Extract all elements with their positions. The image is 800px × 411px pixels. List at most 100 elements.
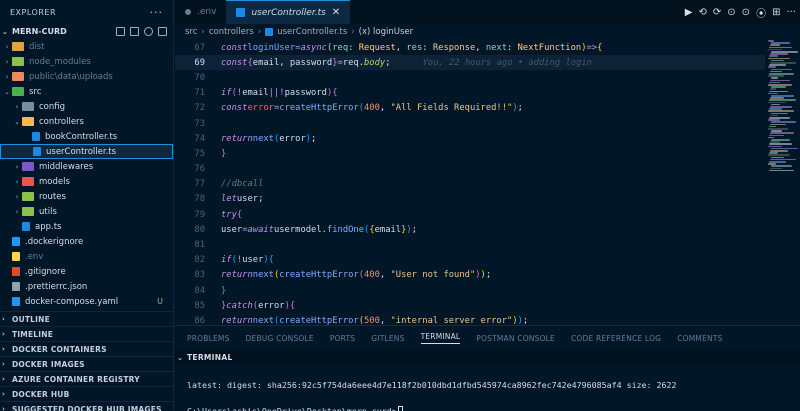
tree-item[interactable]: userController.ts — [0, 144, 173, 159]
breadcrumb-separator: › — [257, 27, 262, 37]
chevron-right-icon: › — [2, 345, 6, 353]
tree-item[interactable]: app.ts — [0, 219, 173, 234]
terminal-output[interactable]: latest: digest: sha256:92c5f754da6eee4d7… — [175, 365, 800, 411]
tree-item[interactable]: .prettierrc.json — [0, 279, 173, 294]
panel-tab-terminal[interactable]: TERMINAL — [420, 332, 461, 344]
tree-item-label: controllers — [39, 116, 84, 127]
breadcrumb-file[interactable]: userController.ts — [277, 27, 347, 37]
chevron-right-icon: › — [15, 192, 19, 201]
tree-item-label: config — [39, 101, 66, 112]
panel-tab-problems[interactable]: PROBLEMS — [187, 334, 230, 343]
breadcrumb: src › controllers › userController.ts › … — [175, 24, 800, 40]
folder-icon — [22, 102, 34, 111]
explorer-title: EXPLORER — [10, 7, 56, 17]
chevron-right-icon: › — [15, 162, 19, 171]
more-icon[interactable]: ··· — [786, 7, 796, 18]
sidebar-panel-timeline[interactable]: › TIMELINE — [0, 326, 173, 341]
code-line: 78 let user; — [175, 192, 765, 207]
tree-item[interactable]: .env — [0, 249, 173, 264]
more-actions-icon[interactable]: ··· — [150, 6, 164, 19]
compare-previous-icon[interactable]: ⊙ — [727, 7, 735, 18]
chevron-down-icon: ⌄ — [2, 27, 8, 36]
sidebar-panel-suggested-docker-hub-images[interactable]: › SUGGESTED DOCKER HUB IMAGES — [0, 401, 173, 411]
tree-item-label: utils — [39, 206, 57, 217]
panel-tab-debug-console[interactable]: DEBUG CONSOLE — [246, 334, 314, 343]
tree-item[interactable]: › middlewares — [0, 159, 173, 174]
sidebar-panel-docker-images[interactable]: › DOCKER IMAGES — [0, 356, 173, 371]
history-icon[interactable]: ⟲ — [699, 7, 707, 18]
tab-env[interactable]: .env — [175, 0, 226, 24]
gitlens-icon[interactable]: ⦿ — [756, 5, 766, 20]
minimap-line — [769, 55, 778, 57]
minimap-line — [769, 99, 796, 101]
minimap-line — [768, 154, 790, 156]
run-icon[interactable]: ▶ — [685, 7, 693, 18]
panel-tab-postman-console[interactable]: POSTMAN CONSOLE — [476, 334, 555, 343]
panel-tab-ports[interactable]: PORTS — [330, 334, 355, 343]
tree-item[interactable]: › public\data\uploads — [0, 69, 173, 84]
tab-label: userController.ts — [251, 7, 326, 18]
sync-icon[interactable]: ⟳ — [713, 7, 721, 18]
tree-item[interactable]: › utils — [0, 204, 173, 219]
tab-user-controller[interactable]: userController.ts ✕ — [226, 0, 351, 24]
new-file-icon[interactable] — [116, 27, 125, 36]
tree-item[interactable]: bookController.ts — [0, 129, 173, 144]
line-number: 71 — [194, 88, 205, 99]
code-line: 67 const loginUser = async (req: Request,… — [175, 40, 765, 55]
panel-tab-gitlens[interactable]: GITLENS — [371, 334, 404, 343]
tree-item[interactable]: ⌄ controllers — [0, 114, 173, 129]
panel-tab-code-reference-log[interactable]: CODE REFERENCE LOG — [571, 334, 661, 343]
tree-item[interactable]: .gitignore — [0, 264, 173, 279]
split-editor-icon[interactable]: ⊞ — [772, 7, 780, 18]
minimap-line — [771, 165, 792, 167]
line-number: 76 — [194, 164, 205, 175]
tree-item[interactable]: › node_modules — [0, 54, 173, 69]
project-folder[interactable]: ⌄ MERN-CURD — [0, 24, 173, 39]
breadcrumb-symbol[interactable]: (x) loginUser — [359, 27, 413, 37]
breadcrumb-separator: › — [201, 27, 205, 37]
minimap-line — [771, 156, 784, 159]
code-line: 77 //dbcall — [175, 177, 765, 192]
folder-icon — [22, 117, 34, 126]
new-folder-icon[interactable] — [130, 27, 139, 36]
code-line: 76 — [175, 162, 765, 177]
sidebar-panel-docker-hub[interactable]: › DOCKER HUB — [0, 386, 173, 401]
minimap-line — [768, 145, 782, 148]
code-line: 74 return next(error); — [175, 131, 765, 146]
breadcrumb-controllers[interactable]: controllers — [209, 27, 254, 37]
tree-item[interactable]: › dist — [0, 39, 173, 54]
minimap-line — [770, 79, 790, 82]
tree-item-label: middlewares — [39, 161, 94, 172]
file-icon — [12, 252, 20, 261]
panel-label: DOCKER HUB — [12, 389, 70, 399]
close-icon[interactable]: ✕ — [332, 7, 340, 18]
minimap-line — [768, 101, 786, 104]
chevron-down-icon: ⌄ — [14, 117, 20, 126]
minimap[interactable] — [768, 40, 800, 325]
tree-item[interactable]: ⌄ src — [0, 84, 173, 99]
sidebar-panel-outline[interactable]: › OUTLINE — [0, 311, 173, 326]
breadcrumb-src[interactable]: src — [185, 27, 197, 37]
sidebar-panel-azure-container-registry[interactable]: › AZURE CONTAINER REGISTRY — [0, 371, 173, 386]
tree-item-label: .dockerignore — [25, 236, 84, 247]
tree-item[interactable]: › models — [0, 174, 173, 189]
tree-item[interactable]: .dockerignore — [0, 234, 173, 249]
sidebar-panel-docker-containers[interactable]: › DOCKER CONTAINERS — [0, 341, 173, 356]
collapse-all-icon[interactable] — [158, 27, 167, 36]
minimap-line — [769, 46, 792, 49]
refresh-icon[interactable] — [144, 27, 153, 36]
line-number: 80 — [194, 224, 205, 235]
tree-item[interactable]: › routes — [0, 189, 173, 204]
tree-item[interactable]: › config — [0, 99, 173, 114]
code-line-current: 69 const { email, password } = req. body;… — [175, 55, 765, 71]
tree-item[interactable]: docker-compose.yaml U — [0, 294, 173, 309]
panel-tab-comments[interactable]: COMMENTS — [677, 334, 722, 343]
code-line: 80 user = await usermodel. findOne({ emai… — [175, 222, 765, 237]
code-editor[interactable]: 67 const loginUser = async (req: Request,… — [175, 40, 765, 372]
file-icon — [32, 132, 40, 141]
compare-next-icon[interactable]: ⊙ — [742, 7, 750, 18]
tree-item-label: app.ts — [35, 221, 62, 232]
minimap-line — [771, 112, 788, 115]
terminal-header[interactable]: ⌄ TERMINAL — [175, 350, 800, 365]
